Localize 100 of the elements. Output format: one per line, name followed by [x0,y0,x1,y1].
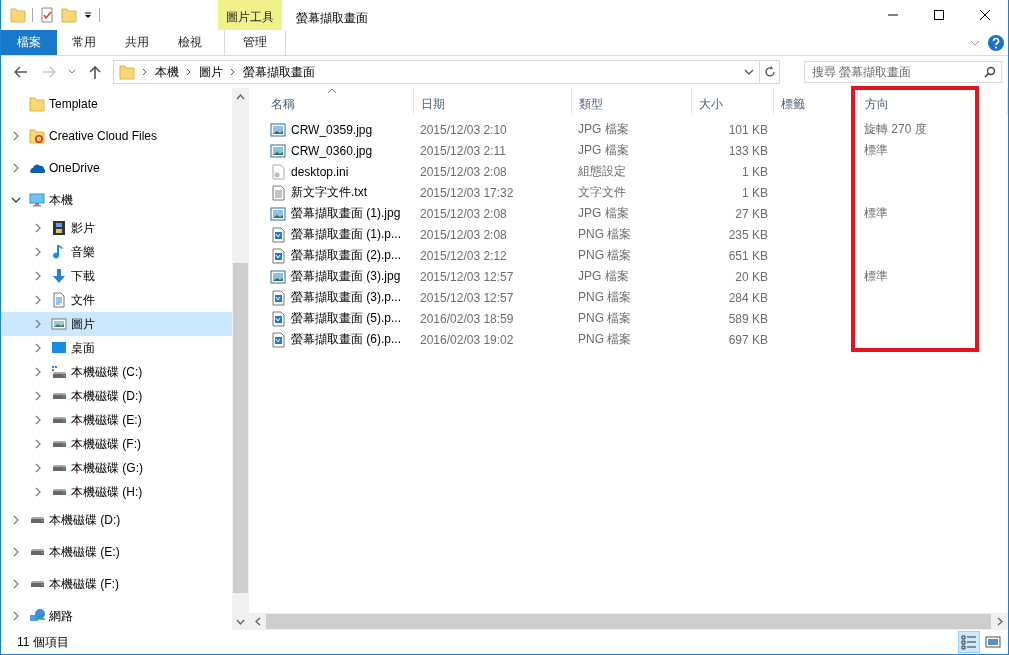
nav-item[interactable]: 本機 [1,184,232,216]
expand-ribbon-icon[interactable] [970,38,980,47]
table-cell-text: 235 KB [727,227,769,242]
nav-item[interactable]: 音樂 [1,240,232,264]
scroll-up-icon[interactable] [236,93,245,100]
scroll-right-icon[interactable] [996,617,1003,626]
caret-icon[interactable] [68,69,76,75]
checklist-icon[interactable] [39,7,55,23]
table-cell-text: 標準 [863,268,889,285]
search-icon[interactable] [984,66,996,78]
nav-item[interactable]: 桌面 [1,336,232,360]
close-icon[interactable] [980,10,990,20]
scrollbar-thumb[interactable] [266,614,991,629]
scroll-left-icon[interactable] [254,617,261,626]
nav-item[interactable]: Creative Cloud Files [1,120,232,152]
nav-item[interactable]: 網路 [1,600,232,632]
down-arrow-icon [51,268,67,284]
ribbon-tab[interactable]: 管理 [224,30,286,55]
file-name[interactable]: 螢幕擷取畫面 (6).p... [291,331,401,348]
file-name[interactable]: 螢幕擷取畫面 (2).p... [291,247,401,264]
table-cell-text: PNG 檔案 [577,247,633,264]
nav-item[interactable]: 本機磁碟 (E:) [1,536,232,568]
file-name[interactable]: 螢幕擷取畫面 (3).p... [291,289,401,306]
table-cell-text: 2015/12/03 12:57 [419,269,515,284]
file-name[interactable]: CRW_0360.jpg [291,143,373,158]
table-cell-text: PNG 檔案 [577,331,633,348]
nav-item[interactable]: OneDrive [1,152,232,184]
table-cell-text: 標準 [863,142,889,159]
drive-icon [51,416,67,424]
column-header[interactable]: 日期 [414,88,572,114]
help-icon[interactable] [988,34,1004,51]
nav-item[interactable]: 本機磁碟 (F:) [1,568,232,600]
nav-item[interactable]: 本機磁碟 (C:) [1,360,232,384]
file-name[interactable]: 螢幕擷取畫面 (1).jpg [291,205,401,222]
picture-file-icon [270,226,286,243]
search-field[interactable]: 搜尋 螢幕擷取畫面 [804,61,1002,83]
table-cell-text: 文字文件 [577,184,627,201]
table-cell-text: 2016/02/03 19:02 [419,332,515,347]
ribbon-tab[interactable]: 共用 [110,30,163,55]
file-name[interactable]: 螢幕擷取畫面 (1).p... [291,226,401,243]
item-count: 11 個項目 [17,633,70,651]
refresh-icon[interactable] [763,66,776,78]
table-cell-text: 2015/12/03 17:32 [419,185,515,200]
monitor-icon [29,192,45,208]
table-cell-text: 101 KB [727,122,769,137]
address-bar[interactable]: 本機 圖片 螢幕擷取畫面 [113,60,780,84]
folder-icon [29,128,45,144]
nav-item[interactable]: Template [1,88,232,120]
table-cell-text: 133 KB [727,143,769,158]
table-cell-text: 284 KB [727,290,769,305]
breadcrumb[interactable]: 圖片 [199,63,223,81]
horizontal-scrollbar[interactable] [249,613,1008,630]
folder-icon [119,64,135,80]
vertical-scrollbar[interactable] [232,88,249,630]
chevron-icon[interactable] [229,67,237,77]
nav-item[interactable]: 圖片 [1,312,232,336]
table-cell-text: 589 KB [727,311,769,326]
nav-item[interactable]: 下載 [1,264,232,288]
monitor-icon [51,340,67,356]
chevron-icon[interactable] [141,67,149,77]
file-name[interactable]: 螢幕擷取畫面 (3).jpg [291,268,401,285]
caret-icon[interactable] [744,68,754,76]
nav-item[interactable]: 本機磁碟 (D:) [1,384,232,408]
file-name[interactable]: desktop.ini [291,164,349,179]
chevron-icon[interactable] [185,67,193,77]
table-cell-text: 2015/12/03 2:08 [419,206,508,221]
column-header[interactable]: 類型 [572,88,692,114]
ribbon-tab[interactable]: 檔案 [1,30,57,55]
dropdown-icon[interactable] [83,10,93,20]
file-name[interactable]: CRW_0359.jpg [291,122,373,137]
table-cell-text: 2015/12/03 2:08 [419,227,508,242]
film-icon [51,220,67,236]
table-cell-text: 標準 [863,205,889,222]
nav-item[interactable]: 文件 [1,288,232,312]
file-name[interactable]: 螢幕擷取畫面 (5).p... [291,310,401,327]
ribbon-tab[interactable]: 常用 [57,30,110,55]
nav-item[interactable]: 本機磁碟 (E:) [1,408,232,432]
picture-file-icon [270,268,286,285]
table-cell-text: 20 KB [734,269,769,284]
column-header[interactable]: 方向 [858,88,1008,114]
column-header[interactable]: 名稱 [264,88,414,114]
breadcrumb[interactable]: 螢幕擷取畫面 [243,63,315,81]
ribbon-tab[interactable]: 檢視 [163,30,216,55]
breadcrumb[interactable]: 本機 [155,63,179,81]
nav-item[interactable]: 本機磁碟 (F:) [1,432,232,456]
table-cell-text: JPG 檔案 [577,205,630,222]
table-cell-text: PNG 檔案 [577,226,633,243]
file-name[interactable]: 新文字文件.txt [291,184,367,201]
table-cell-text: 1 KB [741,185,769,200]
nav-item[interactable]: 影片 [1,216,232,240]
nav-item[interactable]: 本機磁碟 (D:) [1,504,232,536]
maximize-icon[interactable] [934,10,944,20]
nav-item[interactable]: 本機磁碟 (H:) [1,480,232,504]
table-cell-text: 2015/12/03 2:10 [419,122,508,137]
scrollbar-thumb[interactable] [233,263,248,593]
nav-item[interactable]: 本機磁碟 (G:) [1,456,232,480]
drive-icon [51,488,67,496]
scroll-down-icon[interactable] [236,618,245,625]
column-header[interactable]: 標籤 [774,88,858,114]
column-header[interactable]: 大小 [692,88,774,114]
